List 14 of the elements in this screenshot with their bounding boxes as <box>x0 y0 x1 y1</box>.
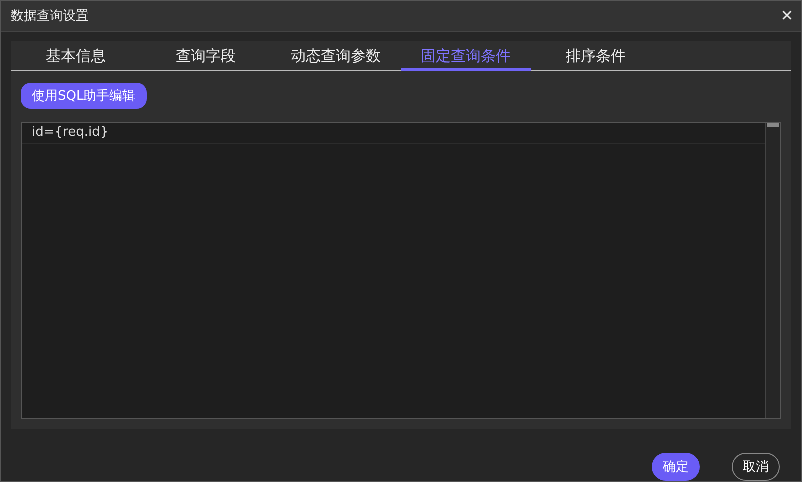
scrollbar[interactable] <box>765 123 780 418</box>
sql-helper-button[interactable]: 使用SQL助手编辑 <box>21 83 147 109</box>
confirm-button[interactable]: 确定 <box>652 453 700 481</box>
tab[interactable]: 基本信息 <box>11 44 141 71</box>
tab[interactable]: 排序条件 <box>531 44 661 71</box>
code-line: id={req.id} <box>22 123 765 144</box>
scrollbar-thumb[interactable] <box>767 123 779 127</box>
window-title: 数据查询设置 <box>11 8 89 25</box>
tab[interactable]: 固定查询条件 <box>401 44 531 71</box>
tab[interactable]: 查询字段 <box>141 44 271 71</box>
cancel-button[interactable]: 取消 <box>732 453 780 481</box>
code-editor[interactable]: id={req.id} <box>21 122 781 419</box>
tab[interactable]: 动态查询参数 <box>271 44 401 71</box>
close-button[interactable]: × <box>781 6 793 26</box>
